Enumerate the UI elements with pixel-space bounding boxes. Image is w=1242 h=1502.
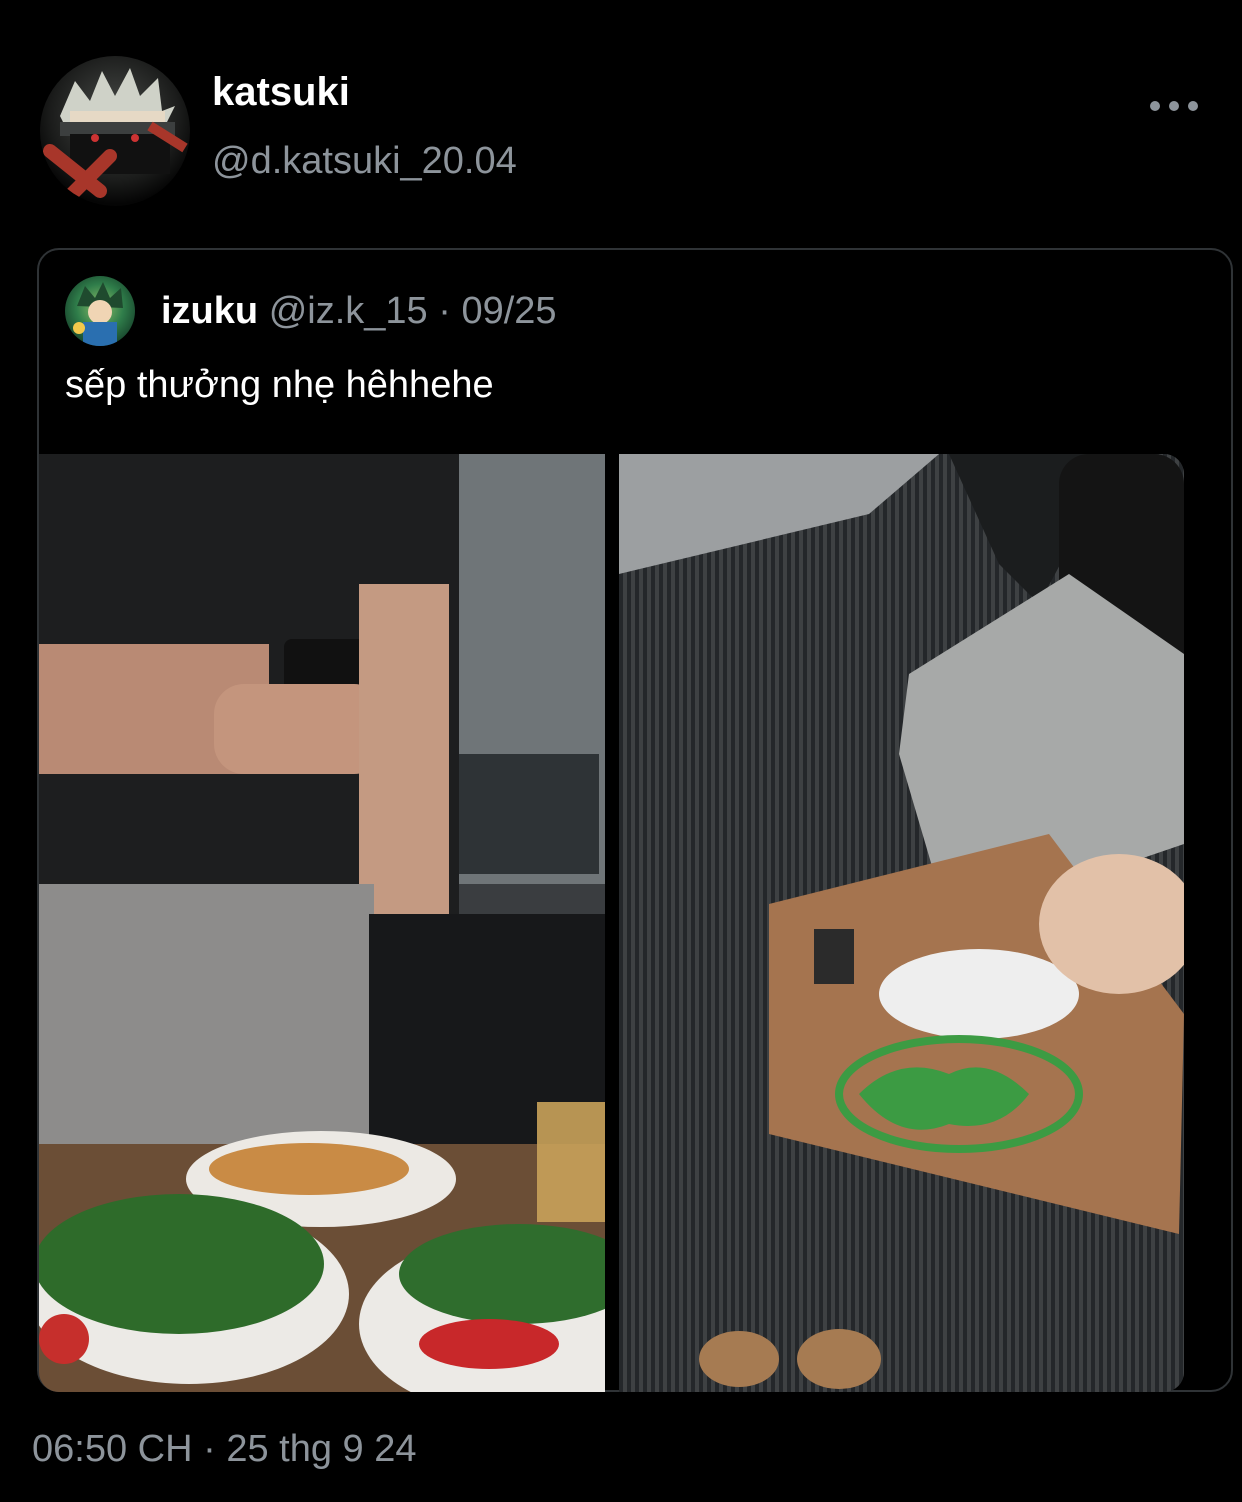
tweet-timestamp[interactable]: 06:50 CH · 25 thg 9 24 (32, 1428, 417, 1471)
quoted-header: izuku @iz.k_15 · 09/25 (161, 290, 557, 333)
quoted-tweet-card[interactable]: izuku @iz.k_15 · 09/25 sếp thưởng nhẹ hê… (37, 248, 1233, 1392)
photo-escalator[interactable] (619, 454, 1184, 1392)
quoted-date[interactable]: 09/25 (461, 290, 556, 332)
author-avatar[interactable] (40, 56, 190, 206)
timestamp-separator: · (203, 1428, 216, 1470)
quoted-avatar-illustration (73, 282, 123, 346)
photo-dinner-illustration (39, 454, 605, 1392)
media-grid (39, 454, 1184, 1392)
photo-escalator-illustration (619, 454, 1184, 1392)
author-name[interactable]: katsuki (212, 70, 350, 115)
quoted-author-name[interactable]: izuku (161, 290, 258, 332)
more-horizontal-icon[interactable] (1150, 88, 1198, 124)
author-handle[interactable]: @d.katsuki_20.04 (212, 140, 517, 183)
quoted-author-avatar[interactable] (65, 276, 135, 346)
avatar-illustration (43, 68, 188, 206)
quoted-author-handle[interactable]: @iz.k_15 (269, 290, 428, 332)
tweet-date: 25 thg 9 24 (226, 1428, 417, 1470)
photo-dinner[interactable] (39, 454, 605, 1392)
quoted-separator: · (438, 290, 451, 332)
tweet-time: 06:50 CH (32, 1428, 193, 1470)
quoted-text: sếp thưởng nhẹ hêhhehe (65, 364, 494, 406)
